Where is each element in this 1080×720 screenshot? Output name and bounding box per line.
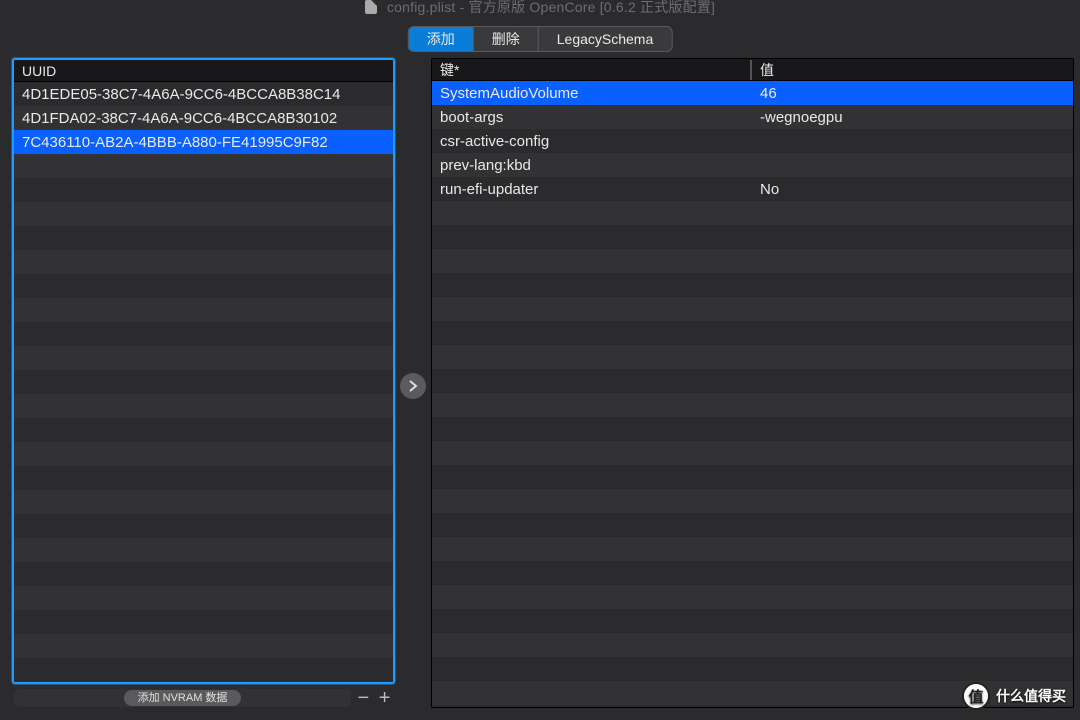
kv-row[interactable]: boot-args-wegnoegpu [432, 105, 1073, 129]
kv-cell-key: SystemAudioVolume [432, 85, 752, 102]
uuid-header-row: UUID [14, 60, 393, 82]
uuid-row[interactable]: 7C436110-AB2A-4BBB-A880-FE41995C9F82 [14, 130, 393, 154]
watermark-text: 什么值得买 [996, 686, 1066, 706]
add-nvram-bar: 添加 NVRAM 数据 [14, 689, 351, 707]
kv-header-value: 值 [752, 60, 1073, 80]
tab-delete[interactable]: 删除 [474, 27, 539, 51]
kv-cell-value: No [752, 181, 1073, 198]
kv-row[interactable]: run-efi-updaterNo [432, 177, 1073, 201]
panels: UUID 4D1EDE05-38C7-4A6A-9CC6-4BCCA8B38C1… [0, 54, 1080, 718]
kv-cell-value: 46 [752, 85, 1073, 102]
arrow-right-icon[interactable] [400, 373, 426, 399]
uuid-cell: 7C436110-AB2A-4BBB-A880-FE41995C9F82 [14, 134, 393, 151]
kv-cell-key: csr-active-config [432, 133, 752, 150]
uuid-footer: 添加 NVRAM 数据 − + [12, 686, 395, 710]
kv-header-row: 键* 值 [432, 59, 1073, 81]
kv-table[interactable]: 键* 值 SystemAudioVolume46boot-args-wegnoe… [431, 58, 1074, 708]
kv-row[interactable]: SystemAudioVolume46 [432, 81, 1073, 105]
watermark: 值 什么值得买 [962, 682, 1066, 710]
window-titlebar: config.plist - 官方原版 OpenCore [0.6.2 正式版配… [0, 0, 1080, 22]
uuid-panel: UUID 4D1EDE05-38C7-4A6A-9CC6-4BCCA8B38C1… [12, 58, 395, 710]
title-sep: - [460, 0, 469, 15]
title-subtitle: 官方原版 OpenCore [0.6.2 正式版配置] [469, 0, 716, 15]
kv-cell-key: boot-args [432, 109, 752, 126]
watermark-badge-icon: 值 [962, 682, 990, 710]
tab-legacy[interactable]: LegacySchema [539, 27, 672, 51]
kv-header-key: 键* [432, 60, 752, 80]
uuid-table[interactable]: UUID 4D1EDE05-38C7-4A6A-9CC6-4BCCA8B38C1… [12, 58, 395, 684]
uuid-header: UUID [14, 63, 393, 79]
kv-cell-value: -wegnoegpu [752, 109, 1073, 126]
uuid-row[interactable]: 4D1FDA02-38C7-4A6A-9CC6-4BCCA8B30102 [14, 106, 393, 130]
add-nvram-button[interactable]: 添加 NVRAM 数据 [124, 690, 242, 706]
title-filename: config.plist [387, 0, 456, 15]
kv-panel: 键* 值 SystemAudioVolume46boot-args-wegnoe… [431, 58, 1074, 708]
uuid-cell: 4D1FDA02-38C7-4A6A-9CC6-4BCCA8B30102 [14, 110, 393, 127]
kv-cell-key: prev-lang:kbd [432, 157, 752, 174]
tab-add[interactable]: 添加 [409, 27, 474, 51]
section-tabs: 添加 删除 LegacySchema [408, 26, 673, 52]
document-icon [365, 0, 377, 14]
plus-minus-buttons[interactable]: − + [357, 689, 393, 707]
kv-cell-key: run-efi-updater [432, 181, 752, 198]
kv-row[interactable]: csr-active-config [432, 129, 1073, 153]
kv-row[interactable]: prev-lang:kbd [432, 153, 1073, 177]
uuid-row[interactable]: 4D1EDE05-38C7-4A6A-9CC6-4BCCA8B38C14 [14, 82, 393, 106]
panel-divider [395, 54, 431, 718]
uuid-cell: 4D1EDE05-38C7-4A6A-9CC6-4BCCA8B38C14 [14, 86, 393, 103]
